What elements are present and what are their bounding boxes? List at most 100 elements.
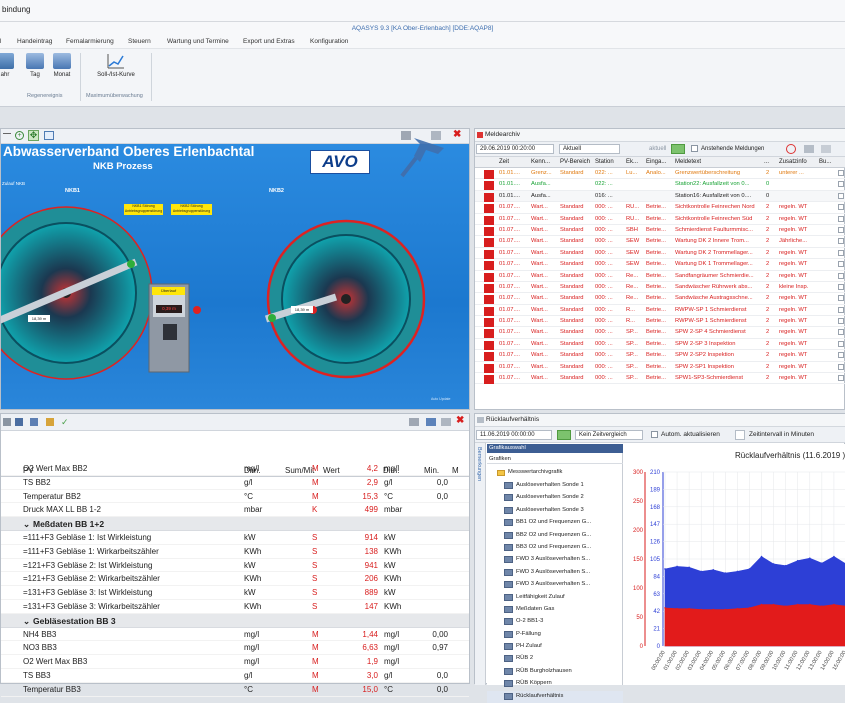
pv-row[interactable]: TS BB3 g/l M 3,0 g/l 0,0: [1, 669, 469, 683]
bemerkungen-tab[interactable]: Bemerkungen: [475, 443, 486, 685]
alarm-row-checkbox[interactable]: [838, 283, 844, 290]
col-eingang[interactable]: Einga...: [646, 159, 666, 165]
alarm-row[interactable]: 01.07.... Wart... Standard 000: ... SP... Bet…: [475, 350, 845, 362]
sensor-icon[interactable]: [127, 260, 135, 268]
tree-item[interactable]: BB3 O2 und Frequenzen G...: [487, 542, 623, 554]
stop-icon[interactable]: [786, 144, 796, 154]
pv-row[interactable]: =131+F3 Gebläse 3: Wirkarbeitszähler KWh S…: [1, 600, 469, 614]
alarm-row-checkbox[interactable]: [838, 226, 844, 233]
refresh-icon[interactable]: [557, 430, 571, 440]
pin-icon[interactable]: [426, 418, 436, 426]
alarm-row[interactable]: 01.07.... Wart... Standard 000: ... SEW Betri…: [475, 259, 845, 271]
meldearchiv-date-input[interactable]: 29.06.2019 00:20:00: [476, 144, 554, 154]
pending-checkbox[interactable]: [691, 145, 698, 152]
alarm-row[interactable]: 01.07.... Wart... Standard 000: ... SP... Bet…: [475, 373, 845, 385]
meldearchiv-mode-select[interactable]: Aktuell: [559, 144, 620, 154]
tree-item[interactable]: FWD 3 Auslöseverhalten S...: [487, 567, 623, 579]
auto-refresh-checkbox[interactable]: [651, 431, 658, 438]
zoom-in-icon[interactable]: +: [15, 131, 24, 140]
menu-item-export[interactable]: Export und Extras: [243, 38, 295, 45]
pv-row[interactable]: Druck MAX LL BB 1-2 mbar K 499 mbar: [1, 503, 469, 518]
pv-group-row[interactable]: ⌄ Meßdaten BB 1+2: [1, 517, 469, 531]
pin-icon[interactable]: [396, 130, 456, 185]
alarm-row-checkbox[interactable]: [838, 340, 844, 347]
alarm-row-checkbox[interactable]: [838, 181, 844, 188]
pv-row[interactable]: NO3 BB3 mg/l M 6,63 mg/l 0,97: [1, 641, 469, 656]
alarm-row-checkbox[interactable]: [838, 295, 844, 302]
tree-filter[interactable]: Grafiken: [487, 454, 623, 464]
alarm-row-checkbox[interactable]: [838, 318, 844, 325]
pv-row[interactable]: TS BB2 g/l M 2,9 g/l 0,0: [1, 476, 469, 490]
close-icon[interactable]: ✖: [456, 415, 464, 426]
refresh-icon[interactable]: [671, 144, 685, 154]
alarm-row-checkbox[interactable]: [838, 363, 844, 370]
tree-item[interactable]: P-Fällung: [487, 629, 623, 641]
alarm-row-checkbox[interactable]: [838, 306, 844, 313]
sensor-icon[interactable]: [268, 314, 276, 322]
alarm-row-checkbox[interactable]: [838, 352, 844, 359]
pv-row[interactable]: =111+F3 Gebläse 1: Wirkarbeitszähler KWh S…: [1, 545, 469, 559]
alarm-row[interactable]: 01.07.... Wart... Standard 000: ... R... Betr…: [475, 305, 845, 317]
alarm-row-checkbox[interactable]: [838, 215, 844, 222]
col-prio[interactable]: ...: [764, 159, 769, 165]
ruecklauf-range-select[interactable]: Kein Zeitvergleich: [575, 430, 643, 440]
tree-item[interactable]: BB2 O2 und Frequenzen G...: [487, 530, 623, 542]
pv-row[interactable]: O2 Wert Max BB3 mg/l M 1,9 mg/l: [1, 655, 469, 669]
alarm-row-checkbox[interactable]: [838, 249, 844, 256]
ribbon-tag-button[interactable]: Tag: [24, 53, 46, 78]
document-icon[interactable]: [30, 418, 38, 426]
ruecklauf-chart[interactable]: 0 50 100 150 200 250 300 0 21 42 63 84 105 126 147 168 1…: [623, 444, 845, 685]
menu-item-steuern[interactable]: Steuern: [128, 38, 151, 45]
tree-item[interactable]: O-2 BB1-3: [487, 616, 623, 628]
menu-item-konfiguration[interactable]: Konfiguration: [310, 38, 348, 45]
pv-row[interactable]: =131+F3 Gebläse 3: Ist Wirkleistung kW S 88…: [1, 586, 469, 600]
alarm-row[interactable]: 01.07.... Wart... Standard 000: ... SP... Bet…: [475, 327, 845, 339]
save-icon[interactable]: [15, 418, 23, 426]
pv-row[interactable]: NH4 BB3 mg/l M 1,44 mg/l 0,00: [1, 628, 469, 642]
alarm-row-checkbox[interactable]: [838, 204, 844, 211]
check-icon[interactable]: ✓: [61, 417, 69, 428]
print-icon[interactable]: [804, 145, 814, 153]
alarm-row-checkbox[interactable]: [838, 238, 844, 245]
alarm-row[interactable]: 01.07.... Wart... Standard 000: ... SP... Bet…: [475, 339, 845, 351]
alarm-row-checkbox[interactable]: [838, 329, 844, 336]
col-kenn[interactable]: Kenn...: [531, 159, 550, 165]
tree-item[interactable]: RÜB 2: [487, 653, 623, 665]
menu-item-fernalarmierung[interactable]: Fernalarmierung: [66, 38, 114, 45]
chevron-down-icon[interactable]: ⌄: [23, 519, 30, 530]
tree-root[interactable]: Messwertarchivgrafik: [487, 467, 623, 479]
alarm-row[interactable]: 01.07.... Wart... Standard 000: ... SEW Betri…: [475, 248, 845, 260]
pv-row[interactable]: Temperatur BB2 °C M 15,3 °C 0,0: [1, 490, 469, 504]
tree-item[interactable]: Leitfähigkeit Zulauf: [487, 592, 623, 604]
pv-row[interactable]: =121+F3 Gebläse 2: Wirkarbeitszähler KWh S…: [1, 572, 469, 587]
ribbon-monat-button[interactable]: Monat: [50, 53, 74, 78]
col-station[interactable]: Station: [595, 159, 614, 165]
tree-item[interactable]: PH Zulauf: [487, 641, 623, 653]
pv-row[interactable]: =111+F3 Gebläse 1: Ist Wirkleistung kW S 91…: [1, 531, 469, 545]
ruecklauf-date-input[interactable]: 11.06.2019 00:00:00: [476, 430, 552, 440]
menu-item-handeintrag[interactable]: Handeintrag: [17, 38, 52, 45]
tree-item[interactable]: RÜB Burgholzhausen: [487, 666, 623, 678]
move-icon[interactable]: ✥: [28, 130, 39, 141]
menu-item-wartung[interactable]: Wartung und Termine: [167, 38, 229, 45]
menu-item-0[interactable]: l: [0, 38, 1, 45]
filter-icon[interactable]: [3, 418, 11, 426]
alarm-row-checkbox[interactable]: [838, 261, 844, 268]
tree-item[interactable]: FWD 3 Auslöseverhalten S...: [487, 554, 623, 566]
alarm-row[interactable]: 01.07.... Wart... Standard 000: ... Re... Bet…: [475, 282, 845, 294]
col-zeit[interactable]: Zeit: [499, 159, 509, 165]
tree-item[interactable]: Auslöseverhalten Sonde 2: [487, 492, 623, 504]
pv-group-row[interactable]: ⌄ Gebläsestation BB 3: [1, 613, 469, 628]
col-pv-bereich[interactable]: PV-Bereich: [560, 159, 590, 165]
tree-item[interactable]: Auslöseverhalten Sonde 1: [487, 480, 623, 492]
pv-row[interactable]: =121+F3 Gebläse 2: Ist Wirkleistung kW S 94…: [1, 559, 469, 573]
camera-icon[interactable]: [409, 418, 419, 426]
palette-icon[interactable]: [46, 418, 54, 426]
col-bu[interactable]: Bu...: [819, 159, 831, 165]
window-icon[interactable]: [441, 418, 451, 426]
alarm-row-checkbox[interactable]: [838, 192, 844, 199]
col-zusatzinfo[interactable]: Zusatzinfo: [779, 159, 807, 165]
alarm-row[interactable]: 01.07.... Wart... Standard 000: ... SBH Betri…: [475, 225, 845, 237]
interval-stepper[interactable]: [735, 430, 745, 440]
alarm-row-checkbox[interactable]: [838, 375, 844, 382]
